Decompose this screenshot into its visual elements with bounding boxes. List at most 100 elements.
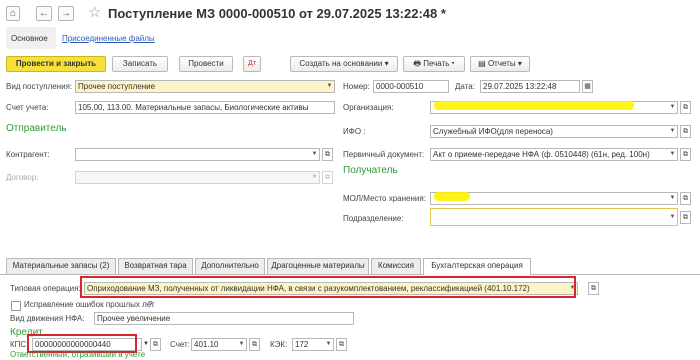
chevron-down-icon: ▾ <box>517 59 522 68</box>
back-arrow-icon: ← <box>39 8 49 19</box>
open-kek-button[interactable]: ⧉ <box>336 338 347 351</box>
open-mol-button[interactable]: ⧉ <box>680 192 691 205</box>
tab-precious-materials[interactable]: Драгоценные материалы <box>267 258 369 274</box>
chevron-down-icon[interactable]: ▼ <box>668 212 677 223</box>
tabs-baseline <box>0 274 700 275</box>
correction-checkbox[interactable] <box>11 301 21 311</box>
open-link-icon: ⧉ <box>325 174 330 181</box>
open-perv-doc-button[interactable]: ⧉ <box>680 148 691 161</box>
open-ifo-button[interactable]: ⧉ <box>680 125 691 138</box>
home-icon: ⌂ <box>9 8 17 19</box>
forward-button[interactable]: → <box>58 6 74 21</box>
calendar-button[interactable]: ▦ <box>582 80 593 93</box>
chevron-down-icon: ▾ <box>451 59 455 68</box>
schet-credit-label: Счет: <box>170 340 190 349</box>
document-structure-button[interactable]: Дт <box>243 56 261 72</box>
tipovaya-label: Типовая операция: <box>10 284 81 293</box>
schet-credit-field[interactable]: 401.10 ▼ <box>191 338 247 351</box>
mol-label: МОЛ/Место хранения: <box>343 194 426 203</box>
dogovor-label: Договор: <box>6 173 39 182</box>
responsible-heading: Ответственный, отразивший в учете <box>10 350 146 359</box>
open-link-icon: ⧉ <box>339 341 344 348</box>
vid-label: Вид поступления: <box>6 82 73 91</box>
dt-kt-icon: Дт <box>248 60 256 67</box>
dogovor-field[interactable]: ▼ <box>75 171 320 184</box>
open-link-icon: ⧉ <box>683 214 688 221</box>
ifo-label: ИФО : <box>343 127 366 136</box>
tab-returnable-packaging[interactable]: Возвратная тара <box>118 258 193 274</box>
back-button[interactable]: ← <box>36 6 52 21</box>
schet-field[interactable]: 105.00, 113.00. Материальные запасы, Био… <box>75 101 335 114</box>
open-schet-credit-button[interactable]: ⧉ <box>249 338 260 351</box>
reports-button[interactable]: ▤ Отчеты ▾ <box>470 56 530 72</box>
data-label: Дата: <box>455 82 475 91</box>
chevron-down-icon[interactable]: ▼ <box>310 149 319 160</box>
chevron-down-icon[interactable]: ▼ <box>668 102 677 113</box>
nomer-label: Номер: <box>343 82 370 91</box>
open-podrazd-button[interactable]: ⧉ <box>680 211 691 224</box>
date-field[interactable]: 29.07.2025 13:22:48 <box>480 80 580 93</box>
dvizh-label: Вид движения НФА: <box>10 314 85 323</box>
annotation-box <box>80 276 576 298</box>
tab-attached-files[interactable]: Присоединенные файлы <box>62 34 155 43</box>
forward-arrow-icon: → <box>61 8 71 19</box>
help-icon[interactable]: ? <box>148 299 152 311</box>
page-title: Поступление МЗ 0000-000510 от 29.07.2025… <box>108 6 446 21</box>
schet-label: Счет учета: <box>6 103 49 112</box>
sender-heading: Отправитель <box>6 123 67 134</box>
create-based-on-button[interactable]: Создать на основании ▾ <box>290 56 398 72</box>
chevron-down-icon[interactable]: ▼ <box>310 172 319 183</box>
save-button[interactable]: Записать <box>112 56 168 72</box>
report-icon: ▤ <box>478 59 486 68</box>
open-link-icon: ⧉ <box>683 128 688 135</box>
open-kontragent-button[interactable]: ⧉ <box>322 148 333 161</box>
open-link-icon: ⧉ <box>325 151 330 158</box>
open-dogovor-button[interactable]: ⧉ <box>322 171 333 184</box>
tab-materials[interactable]: Материальные запасы (2) <box>6 258 116 274</box>
kontragent-field[interactable]: ▼ <box>75 148 320 161</box>
open-tipovaya-button[interactable]: ⧉ <box>588 282 599 295</box>
vid-field[interactable]: Прочее поступление ▼ <box>75 80 335 93</box>
open-link-icon: ⧉ <box>252 341 257 348</box>
open-kps-button[interactable]: ⧉ <box>150 338 161 351</box>
post-and-close-button[interactable]: Провести и закрыть <box>6 56 106 72</box>
print-button[interactable]: 🖶 Печать ▾ <box>403 56 465 72</box>
tab-main-label: Основное <box>11 34 48 43</box>
tab-additional[interactable]: Дополнительно <box>195 258 265 274</box>
podrazd-field[interactable]: ▼ <box>430 208 678 226</box>
open-link-icon: ⧉ <box>683 104 688 111</box>
org-label: Организация: <box>343 103 394 112</box>
chevron-down-icon: ▾ <box>384 59 389 68</box>
open-link-icon: ⧉ <box>591 285 596 292</box>
podrazd-label: Подразделение: <box>343 214 404 223</box>
calendar-icon: ▦ <box>584 83 591 90</box>
kek-label: КЭК: <box>270 340 288 349</box>
correction-label: Исправление ошибок прошлых лет <box>24 300 155 309</box>
redaction-mark <box>434 101 634 110</box>
tab-accounting-operation[interactable]: Бухгалтерская операция <box>423 258 531 275</box>
chevron-down-icon[interactable]: ▼ <box>325 81 334 92</box>
perv-doc-field[interactable]: Акт о приеме-передаче НФА (ф. 0510448) (… <box>430 148 678 161</box>
open-link-icon: ⧉ <box>153 341 158 348</box>
printer-icon: 🖶 <box>413 59 421 68</box>
perv-doc-label: Первичный документ: <box>343 150 425 159</box>
tab-commission[interactable]: Комиссия <box>371 258 421 274</box>
chevron-down-icon[interactable]: ▼ <box>668 126 677 137</box>
open-link-icon: ⧉ <box>683 195 688 202</box>
ifo-field[interactable]: Служебный ИФО(для переноса) ▼ <box>430 125 678 138</box>
dvizh-field[interactable]: Прочее увеличение <box>94 312 354 325</box>
kontragent-label: Контрагент: <box>6 150 50 159</box>
home-button[interactable]: ⌂ <box>6 6 20 21</box>
open-link-icon: ⧉ <box>683 151 688 158</box>
favorite-star-icon[interactable]: ☆ <box>88 3 101 21</box>
chevron-down-icon[interactable]: ▼ <box>324 339 333 350</box>
redaction-mark <box>434 192 470 201</box>
kek-field[interactable]: 172 ▼ <box>292 338 334 351</box>
post-button[interactable]: Провести <box>179 56 233 72</box>
nomer-field[interactable]: 0000-000510 <box>373 80 449 93</box>
chevron-down-icon[interactable]: ▼ <box>668 193 677 204</box>
chevron-down-icon[interactable]: ▼ <box>668 149 677 160</box>
receiver-heading: Получатель <box>343 165 398 176</box>
chevron-down-icon[interactable]: ▼ <box>237 339 246 350</box>
open-org-button[interactable]: ⧉ <box>680 101 691 114</box>
